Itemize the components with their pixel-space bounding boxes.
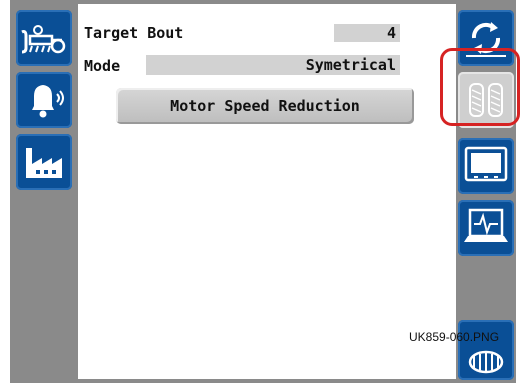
left-softkey-bar (10, 0, 78, 383)
motor-speed-reduction-button[interactable]: Motor Speed Reduction (116, 88, 414, 124)
display-terminal-icon (464, 146, 508, 182)
softkey-alarms[interactable] (16, 72, 72, 128)
factory-icon (26, 148, 62, 178)
red-highlight-marker (440, 48, 520, 126)
bottom-border (10, 379, 516, 383)
mode-value[interactable]: Symetrical (146, 55, 400, 75)
tractor-seeder-icon (21, 25, 66, 54)
target-bout-value[interactable]: 4 (334, 24, 400, 42)
softkey-drill-setup[interactable] (16, 10, 72, 66)
mode-label: Mode (84, 57, 121, 75)
image-reference-label: UK859-060.PNG (409, 330, 500, 344)
softkey-diagnostics[interactable] (458, 200, 514, 256)
softkey-display[interactable] (458, 138, 514, 194)
target-bout-label: Target Bout (84, 24, 184, 42)
terminal-screen: Target Bout 4 Mode Symetrical Motor Spee… (0, 0, 522, 383)
roller-icon (468, 350, 504, 374)
alarm-bell-icon (32, 85, 64, 118)
laptop-diagnostics-icon (464, 208, 508, 242)
softkey-factory-settings[interactable] (16, 134, 72, 190)
softkey-roller[interactable] (458, 320, 514, 380)
